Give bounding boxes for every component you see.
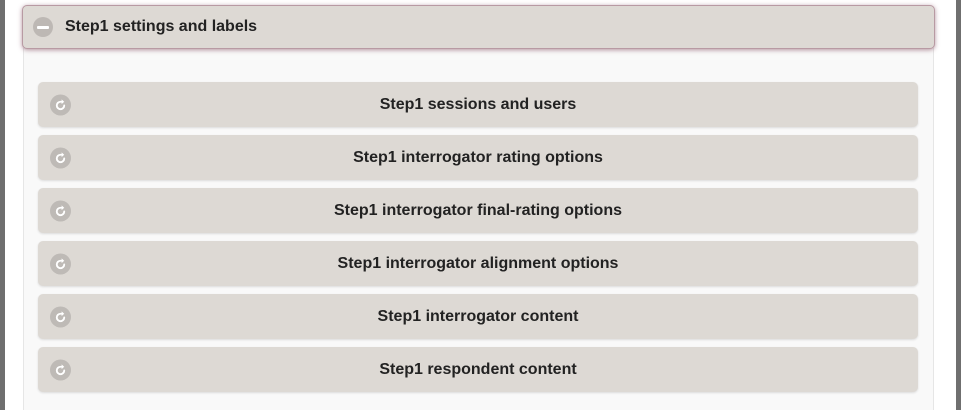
list-item-label: Step1 interrogator final-rating options [333, 201, 622, 219]
refresh-arrow-icon [50, 306, 71, 327]
list-item-sessions-and-users[interactable]: Step1 sessions and users [38, 82, 918, 127]
refresh-arrow-icon [50, 147, 71, 168]
refresh-arrow-icon [50, 200, 71, 221]
list-item-interrogator-content[interactable]: Step1 interrogator content [38, 294, 918, 339]
list-item-respondent-content[interactable]: Step1 respondent content [38, 347, 918, 392]
list-item-label: Step1 sessions and users [379, 95, 577, 113]
settings-list: Step1 sessions and users Step1 interroga… [38, 82, 918, 400]
list-item-label: Step1 interrogator rating options [353, 148, 603, 166]
list-item-rating-options[interactable]: Step1 interrogator rating options [38, 135, 918, 180]
refresh-arrow-icon [50, 359, 71, 380]
list-item-final-rating-options[interactable]: Step1 interrogator final-rating options [38, 188, 918, 233]
list-item-label: Step1 interrogator alignment options [337, 254, 619, 272]
list-item-label: Step1 interrogator content [377, 307, 579, 325]
section-title: Step1 settings and labels [65, 18, 258, 35]
list-item-alignment-options[interactable]: Step1 interrogator alignment options [38, 241, 918, 286]
minus-circle-icon[interactable] [33, 17, 53, 37]
list-item-label: Step1 respondent content [379, 360, 577, 378]
section-header-step1-settings[interactable]: Step1 settings and labels [22, 5, 935, 49]
refresh-arrow-icon [50, 94, 71, 115]
refresh-arrow-icon [50, 253, 71, 274]
